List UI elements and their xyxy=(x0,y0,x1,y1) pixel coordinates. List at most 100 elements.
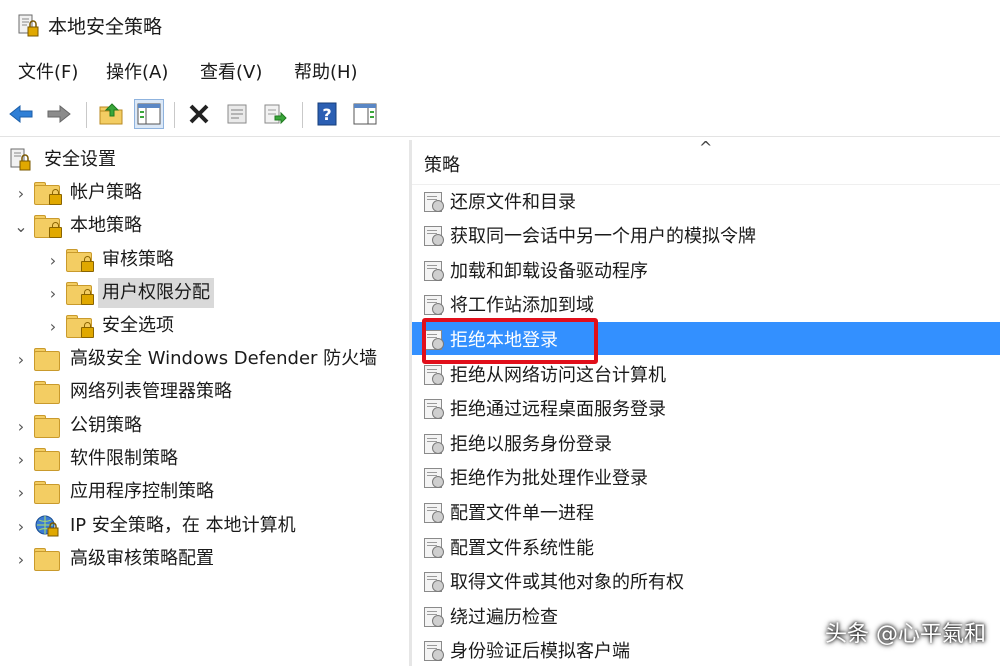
tree-item-advanced-audit[interactable]: › 高级审核策略配置 xyxy=(12,543,218,575)
help-button[interactable]: ? xyxy=(312,99,342,129)
locked-folder-icon xyxy=(66,282,94,305)
menu-view[interactable]: 查看(V) xyxy=(198,60,264,86)
properties-icon xyxy=(227,104,247,124)
tree-item-ip-security[interactable]: › IP 安全策略，在 本地计算机 xyxy=(12,510,300,542)
tree-label: IP 安全策略，在 本地计算机 xyxy=(70,515,296,536)
up-one-level-button[interactable] xyxy=(96,99,126,129)
policy-icon xyxy=(424,398,444,420)
chevron-right-icon[interactable]: › xyxy=(12,510,30,542)
policy-icon xyxy=(424,606,444,627)
folder-icon xyxy=(34,381,60,404)
delete-button[interactable] xyxy=(184,99,214,129)
policy-icon xyxy=(424,537,444,558)
policy-row[interactable]: 配置文件单一进程 xyxy=(412,495,1000,528)
menu-action[interactable]: 操作(A) xyxy=(104,60,170,86)
chevron-right-icon[interactable]: › xyxy=(12,443,30,475)
chevron-right-icon[interactable]: › xyxy=(44,244,62,276)
policy-row[interactable]: 拒绝本地登录 xyxy=(412,322,1000,356)
locked-folder-icon xyxy=(66,315,94,338)
chevron-right-icon[interactable]: › xyxy=(12,543,30,575)
menu-help[interactable]: 帮助(H) xyxy=(292,60,360,86)
tree-item-user-rights-assignment[interactable]: › 用户权限分配 xyxy=(44,277,214,309)
up-folder-icon xyxy=(99,103,123,125)
folder-icon xyxy=(34,415,60,438)
policy-icon xyxy=(424,294,444,316)
ip-security-icon xyxy=(35,515,59,537)
policy-row[interactable]: 将工作站添加到域 xyxy=(412,288,1000,321)
policy-row[interactable]: 取得文件或其他对象的所有权 xyxy=(412,565,1000,598)
policy-icon xyxy=(424,640,444,662)
tree-label: 软件限制策略 xyxy=(70,448,178,469)
chevron-right-icon[interactable]: › xyxy=(44,277,62,309)
properties-button[interactable] xyxy=(222,99,252,129)
tree-label: 应用程序控制策略 xyxy=(70,481,214,502)
policy-row[interactable]: 拒绝从网络访问这台计算机 xyxy=(412,357,1000,390)
export-list-icon xyxy=(264,104,287,125)
tree-item-security-options[interactable]: › 安全选项 xyxy=(44,310,178,342)
window-title: 本地安全策略 xyxy=(48,16,163,38)
tree-root-security-settings[interactable]: 安全设置 xyxy=(8,144,120,176)
show-hide-action-pane-button[interactable] xyxy=(350,99,380,129)
tree-label: 高级审核策略配置 xyxy=(70,548,214,569)
policy-row[interactable]: 配置文件系统性能 xyxy=(412,530,1000,563)
policy-icon xyxy=(424,260,444,281)
tree-label: 审核策略 xyxy=(102,249,174,270)
svg-text:?: ? xyxy=(322,105,331,124)
tree-item-audit-policy[interactable]: › 审核策略 xyxy=(44,244,178,276)
tree-label: 网络列表管理器策略 xyxy=(70,381,232,402)
tree-label: 公钥策略 xyxy=(70,415,142,436)
chevron-down-icon[interactable]: ⌄ xyxy=(12,210,30,242)
toolbar-separator xyxy=(86,102,87,128)
tree-item-windows-defender-firewall[interactable]: › 高级安全 Windows Defender 防火墙 xyxy=(12,343,381,375)
policy-icon xyxy=(424,467,444,489)
chevron-right-icon[interactable]: › xyxy=(44,310,62,342)
watermark: 头条 @心平氣和 xyxy=(825,622,986,647)
folder-icon xyxy=(34,348,60,371)
tree-label: 高级安全 Windows Defender 防火墙 xyxy=(70,348,378,369)
help-icon: ? xyxy=(317,102,337,126)
chevron-right-icon[interactable]: › xyxy=(12,343,30,375)
policy-label: 将工作站添加到域 xyxy=(450,295,594,317)
security-settings-icon xyxy=(10,148,31,171)
chevron-right-icon[interactable]: › xyxy=(12,410,30,442)
tree-item-account-policies[interactable]: › 帐户策略 xyxy=(12,177,146,209)
tree-item-application-control[interactable]: › 应用程序控制策略 xyxy=(12,476,218,508)
tree-item-software-restriction[interactable]: › 软件限制策略 xyxy=(12,443,182,475)
local-security-policy-icon xyxy=(18,14,39,37)
toolbar-separator xyxy=(302,102,303,128)
console-tree: 安全设置 › 帐户策略 ⌄ 本地策略 › 审核策略 › 用户权限分配 › 安全选… xyxy=(0,140,408,666)
folder-icon xyxy=(34,548,60,571)
tree-item-network-list-manager[interactable]: 网络列表管理器策略 xyxy=(12,376,236,408)
policy-label: 配置文件系统性能 xyxy=(450,537,594,559)
tree-item-local-policies[interactable]: ⌄ 本地策略 xyxy=(12,210,146,242)
chevron-right-icon[interactable]: › xyxy=(12,177,30,209)
show-hide-tree-button[interactable] xyxy=(134,99,164,129)
policy-icon xyxy=(424,571,444,593)
title-bar: 本地安全策略 xyxy=(0,0,1000,52)
chevron-right-icon[interactable]: › xyxy=(12,476,30,508)
forward-button[interactable] xyxy=(44,99,74,129)
policy-row[interactable]: 拒绝以服务身份登录 xyxy=(412,426,1000,459)
toolbar: ? xyxy=(0,94,1000,137)
policy-row[interactable]: 拒绝通过远程桌面服务登录 xyxy=(412,392,1000,425)
back-arrow-icon xyxy=(9,104,33,124)
tree-item-public-key-policies[interactable]: › 公钥策略 xyxy=(12,410,146,442)
menu-file[interactable]: 文件(F) xyxy=(16,60,80,86)
policy-label: 拒绝通过远程桌面服务登录 xyxy=(450,399,666,421)
column-title: 策略 xyxy=(424,155,460,176)
policy-row[interactable]: 还原文件和目录 xyxy=(412,184,1000,217)
policy-icon xyxy=(424,502,444,523)
policy-label: 加载和卸载设备驱动程序 xyxy=(450,260,648,282)
toolbar-separator xyxy=(174,102,175,128)
policy-label: 获取同一会话中另一个用户的模拟令牌 xyxy=(450,226,756,248)
tree-label: 帐户策略 xyxy=(70,182,142,203)
policy-label: 拒绝作为批处理作业登录 xyxy=(450,468,648,490)
back-button[interactable] xyxy=(6,99,36,129)
delete-icon xyxy=(189,104,209,124)
tree-label: 安全选项 xyxy=(102,315,174,336)
policy-row[interactable]: 获取同一会话中另一个用户的模拟令牌 xyxy=(412,219,1000,252)
policy-row[interactable]: 加载和卸载设备驱动程序 xyxy=(412,253,1000,286)
policy-row[interactable]: 拒绝作为批处理作业登录 xyxy=(412,461,1000,494)
column-header-policy[interactable]: 策略 ^ xyxy=(412,140,1000,185)
export-list-button[interactable] xyxy=(260,99,290,129)
